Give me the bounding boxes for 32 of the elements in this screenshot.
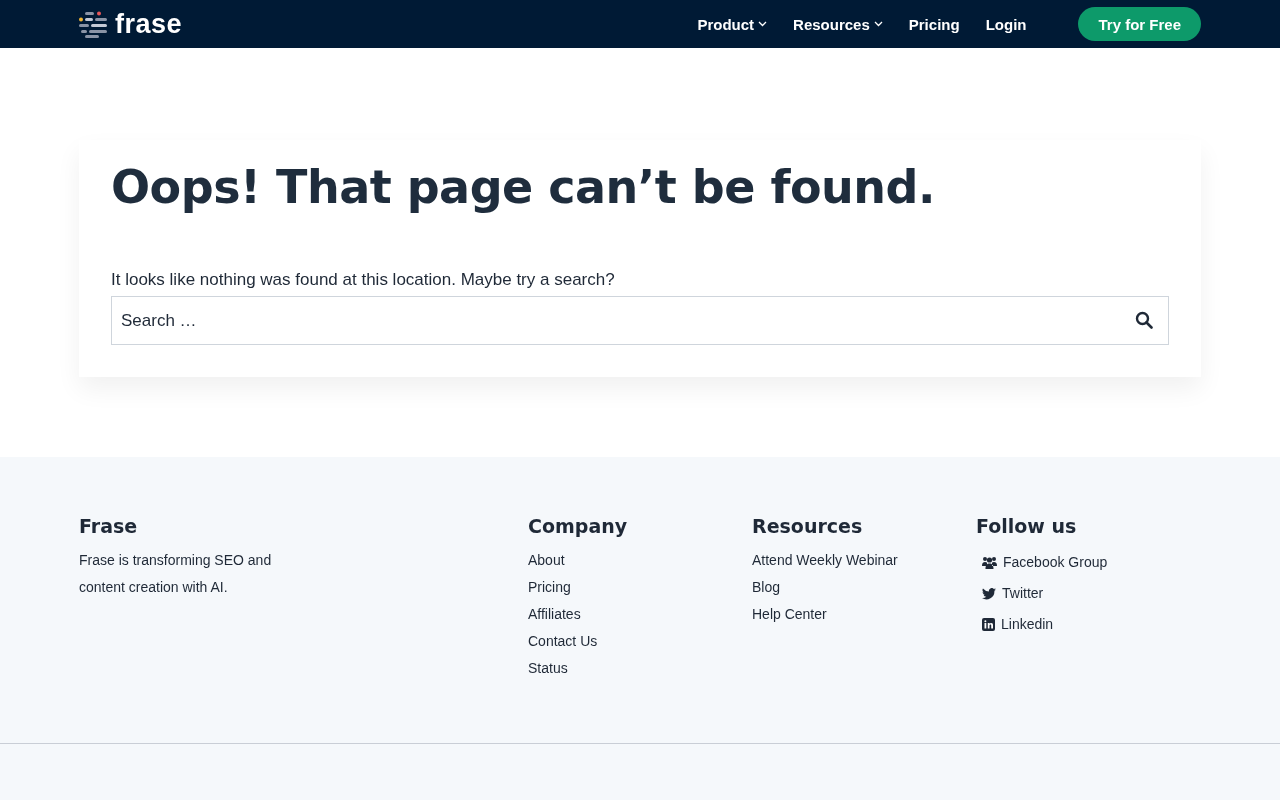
footer-link[interactable]: Status <box>528 655 568 682</box>
nav-link[interactable]: Pricing <box>908 15 960 33</box>
footer-link[interactable]: About <box>528 547 565 574</box>
bird-icon <box>982 587 996 600</box>
footer-link[interactable]: Pricing <box>528 574 571 601</box>
social-link[interactable]: Linkedin <box>1001 611 1054 638</box>
search-field[interactable]: Search … <box>111 296 1169 345</box>
footer-heading: Follow us <box>976 515 1077 537</box>
people-group-icon <box>982 556 997 569</box>
footer-link[interactable]: Attend Weekly Webinar <box>752 547 898 574</box>
nav-link[interactable]: Resources <box>793 15 883 33</box>
try-for-free-button[interactable]: Try for Free <box>1078 7 1201 41</box>
footer-link[interactable]: Contact Us <box>528 628 598 655</box>
page-title: Oops! That page can’t be found. <box>111 160 936 214</box>
frase-logo[interactable]: frase <box>79 8 183 40</box>
nav-link[interactable]: Login <box>985 15 1027 33</box>
footer-heading: Resources <box>752 515 863 537</box>
search-icon[interactable] <box>1135 311 1153 329</box>
footer-link[interactable]: Blog <box>752 574 781 601</box>
footer-link[interactable]: Affiliates <box>528 601 581 628</box>
footer-heading: Company <box>528 515 628 537</box>
footer-description: Frase is transforming SEO and content creation with AI. <box>79 551 273 597</box>
logo-lines-icon <box>79 10 109 38</box>
message-text: It looks like nothing was found at this location. Maybe try a search? <box>111 270 616 290</box>
caret-icon <box>873 21 883 27</box>
social-link[interactable]: Facebook Group <box>1003 549 1108 576</box>
social-link[interactable]: Twitter <box>1002 580 1044 607</box>
caret-icon <box>758 21 768 27</box>
footer-heading: Frase <box>79 515 139 537</box>
nav-link[interactable]: Product <box>697 15 768 33</box>
footer-link[interactable]: Help Center <box>752 601 827 628</box>
linkedin-icon <box>982 618 995 631</box>
